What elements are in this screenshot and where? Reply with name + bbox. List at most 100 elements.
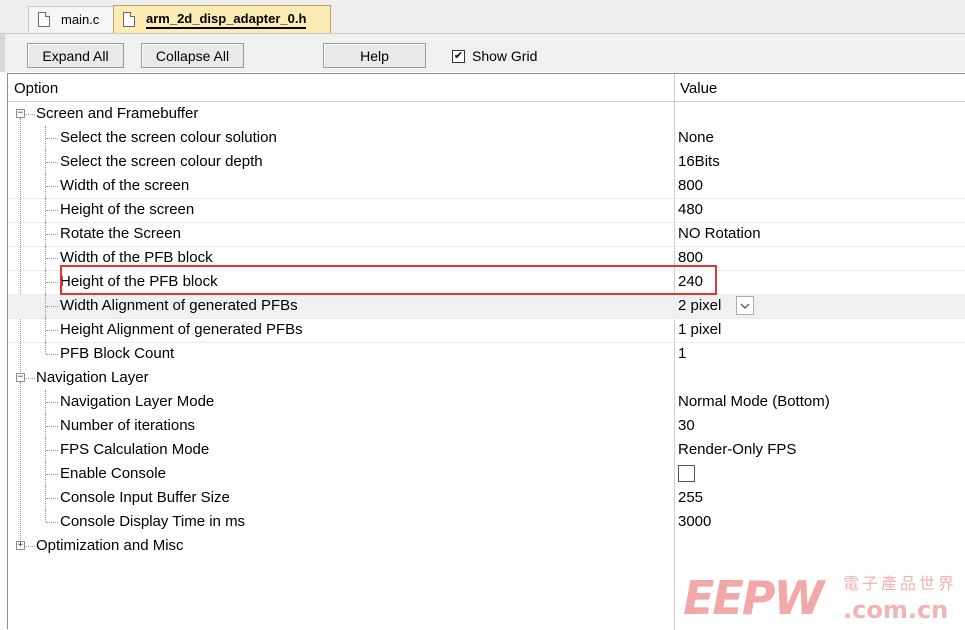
enable-console-checkbox[interactable] [678, 465, 695, 482]
option-row-width-of-the-screen[interactable]: Width of the screen 800 [8, 174, 965, 199]
group-label: Optimization and Misc [36, 537, 184, 554]
option-value[interactable]: 480 [678, 201, 703, 218]
configuration-toolbar: Expand All Collapse All Help ✔ Show Grid [0, 34, 965, 72]
tree-connector [46, 330, 58, 331]
option-label: Width of the screen [60, 177, 190, 194]
option-row-enable-console[interactable]: Enable Console [8, 462, 965, 486]
option-row-pfb-block-count[interactable]: PFB Block Count 1 [8, 342, 965, 366]
editor-tab-strip: main.c arm_2d_disp_adapter_0.h [0, 0, 965, 34]
tree-connector [26, 378, 35, 379]
option-row-height-alignment-of-generated-pfbs[interactable]: Height Alignment of generated PFBs 1 pixe… [8, 318, 965, 343]
show-grid-toggle[interactable]: ✔ Show Grid [452, 48, 537, 64]
option-column-header[interactable]: Option [14, 80, 58, 97]
grid-header: Option Value [8, 74, 965, 102]
configuration-grid: Option Value − Screen and Framebuffer Sele… [7, 73, 965, 630]
tree-connector [46, 354, 58, 355]
option-row-height-of-the-pfb-block[interactable]: Height of the PFB block 240 [8, 270, 965, 295]
eepw-watermark: EEPW 電子產品世界 .com.cn [683, 573, 965, 629]
option-row-navigation-layer-mode[interactable]: Navigation Layer Mode Normal Mode (Bottom… [8, 390, 965, 414]
option-row-width-alignment-of-generated-pfbs[interactable]: Width Alignment of generated PFBs 2 pixel [8, 294, 965, 319]
tree-connector [46, 186, 58, 187]
tree-connector [46, 474, 58, 475]
option-row-rotate-the-screen[interactable]: Rotate the Screen NO Rotation [8, 222, 965, 247]
tab-main-c[interactable]: main.c [28, 6, 118, 32]
option-value[interactable]: 1 [678, 345, 686, 362]
option-label: Select the screen colour solution [60, 129, 277, 146]
file-icon [123, 12, 135, 27]
option-value[interactable]: 1 pixel [678, 321, 721, 338]
option-value[interactable]: 240 [678, 273, 703, 290]
watermark-logo: EEPW [683, 571, 824, 625]
collapse-toggle-icon[interactable]: − [16, 109, 25, 118]
option-value[interactable]: 3000 [678, 513, 711, 530]
value-column-header[interactable]: Value [680, 80, 717, 97]
help-button[interactable]: Help [323, 43, 426, 68]
option-label: Width Alignment of generated PFBs [60, 297, 298, 314]
group-row-screen-and-framebuffer[interactable]: − Screen and Framebuffer [8, 102, 965, 374]
expand-all-button[interactable]: Expand All [27, 43, 124, 68]
option-value[interactable]: 800 [678, 249, 703, 266]
watermark-chinese: 電子產品世界 [843, 574, 958, 593]
option-value[interactable]: 30 [678, 417, 695, 434]
option-row-width-of-the-pfb-block[interactable]: Width of the PFB block 800 [8, 246, 965, 271]
option-row-height-of-the-screen[interactable]: Height of the screen 480 [8, 198, 965, 223]
group-label: Navigation Layer [36, 369, 149, 386]
tree-connector [46, 426, 58, 427]
option-row-fps-calculation-mode[interactable]: FPS Calculation Mode Render-Only FPS [8, 438, 965, 462]
tree-connector [26, 114, 35, 115]
option-label: PFB Block Count [60, 345, 175, 362]
option-row-select-the-screen-colour-solution[interactable]: Select the screen colour solution None [8, 126, 965, 150]
tab-label: main.c [61, 12, 100, 27]
tree-connector [26, 546, 35, 547]
option-value[interactable]: 800 [678, 177, 703, 194]
tab-label: arm_2d_disp_adapter_0.h [146, 11, 307, 29]
option-value[interactable]: NO Rotation [678, 225, 761, 242]
option-label: Height of the screen [60, 201, 195, 218]
option-label: Rotate the Screen [60, 225, 181, 242]
option-row-console-input-buffer-size[interactable]: Console Input Buffer Size 255 [8, 486, 965, 510]
option-label: Height of the PFB block [60, 273, 218, 290]
option-row-console-display-time-in-ms[interactable]: Console Display Time in ms 3000 [8, 510, 965, 534]
option-row-number-of-iterations[interactable]: Number of iterations 30 [8, 414, 965, 438]
option-value[interactable]: 255 [678, 489, 703, 506]
group-row-optimization-and-misc[interactable]: + Optimization and Misc [8, 534, 965, 558]
option-label: Enable Console [60, 465, 166, 482]
option-label: Width of the PFB block [60, 249, 213, 266]
collapse-toggle-icon[interactable]: − [16, 373, 25, 382]
tree-connector [46, 138, 58, 139]
option-value[interactable]: 2 pixel [678, 297, 721, 314]
option-label: Number of iterations [60, 417, 196, 434]
option-value[interactable]: 16Bits [678, 153, 720, 170]
option-label: Console Input Buffer Size [60, 489, 230, 506]
tree-connector [46, 162, 58, 163]
tree-connector [46, 210, 58, 211]
watermark-url: .com.cn [843, 596, 949, 624]
option-label: Console Display Time in ms [60, 513, 246, 530]
option-row-select-the-screen-colour-depth[interactable]: Select the screen colour depth 16Bits [8, 150, 965, 174]
tab-arm-2d-disp-adapter[interactable]: arm_2d_disp_adapter_0.h [113, 5, 331, 33]
collapse-all-button[interactable]: Collapse All [141, 43, 244, 68]
value-dropdown-button[interactable] [736, 296, 754, 315]
option-value[interactable]: Render-Only FPS [678, 441, 796, 458]
show-grid-checkbox[interactable]: ✔ [452, 49, 465, 63]
expand-toggle-icon[interactable]: + [16, 541, 25, 550]
tree-connector [46, 402, 58, 403]
tree-connector [46, 522, 58, 523]
tree-connector [46, 498, 58, 499]
option-label: Select the screen colour depth [60, 153, 263, 170]
show-grid-label: Show Grid [472, 48, 538, 64]
chevron-down-icon [740, 303, 750, 309]
option-label: Navigation Layer Mode [60, 393, 215, 410]
group-label: Screen and Framebuffer [36, 105, 199, 122]
tree-connector [46, 234, 58, 235]
tree-connector [46, 306, 58, 307]
tree-connector [45, 510, 46, 522]
option-value[interactable]: Normal Mode (Bottom) [678, 393, 830, 410]
tree-connector [46, 282, 58, 283]
option-label: FPS Calculation Mode [60, 441, 210, 458]
option-value[interactable]: None [678, 129, 714, 146]
group-row-navigation-layer[interactable]: − Navigation Layer [8, 366, 965, 542]
tree-connector [46, 258, 58, 259]
check-mark-icon: ✔ [453, 49, 464, 62]
tree-connector [45, 342, 46, 354]
